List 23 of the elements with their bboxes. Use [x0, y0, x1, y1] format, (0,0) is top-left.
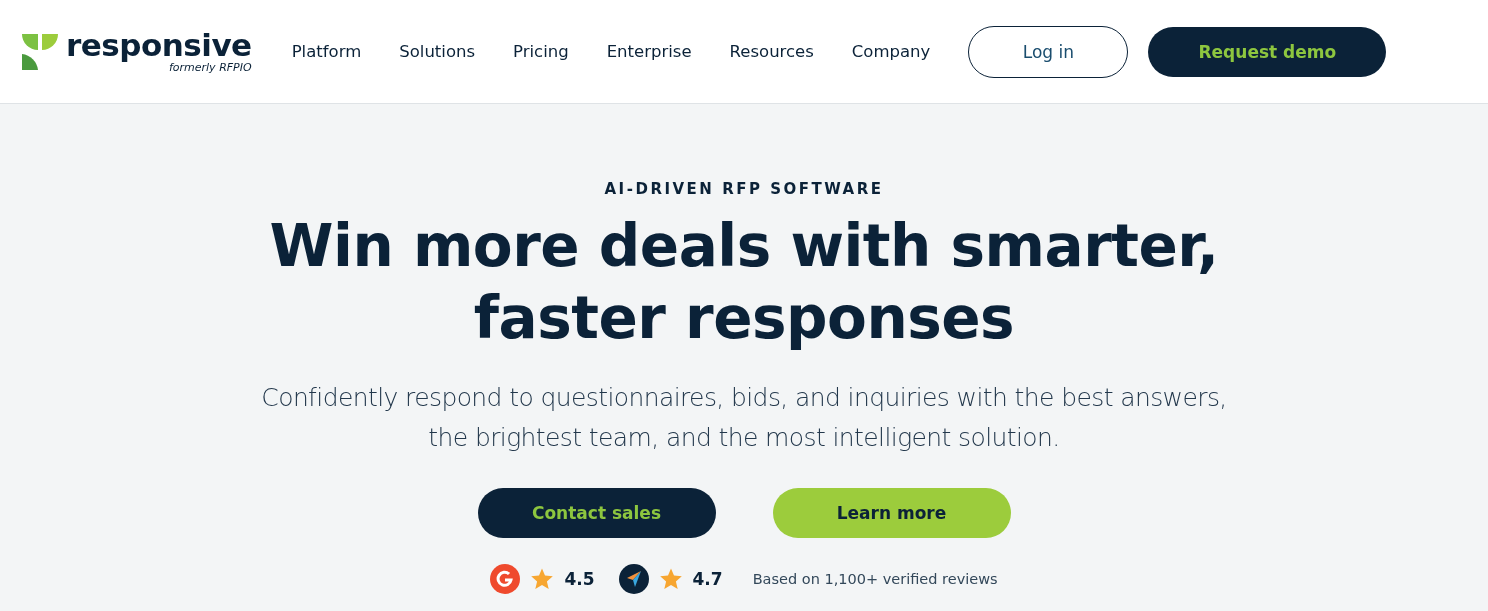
rating-score: 4.5: [564, 569, 595, 589]
contact-sales-button[interactable]: Contact sales: [477, 488, 716, 538]
review-site-icon: [490, 564, 521, 594]
rating-score: 4.7: [692, 569, 723, 589]
subtitle: Confidently respond to questionnaires, bids, and inquiries with the best answers, the brightest team, and the most intelligent solution.: [261, 382, 1227, 454]
nav-link[interactable]: Enterprise: [606, 42, 692, 61]
headline: Win more deals with smarter, faster responses: [269, 211, 1219, 354]
nav-link[interactable]: Pricing: [513, 42, 569, 61]
nav-link[interactable]: Solutions: [399, 42, 476, 61]
logo-wordmark: responsive: [66, 29, 252, 61]
reviews-note: Based on 1,100+ verified reviews: [752, 571, 998, 587]
learn-more-button[interactable]: Learn more: [772, 488, 1011, 538]
request-demo-button[interactable]: Request demo: [1148, 26, 1387, 77]
login-button[interactable]: Log in: [968, 25, 1129, 78]
leaf-logo-icon: [20, 31, 60, 72]
logo-tagline: formerly RFPIO: [168, 61, 252, 74]
star-icon: [658, 567, 683, 591]
paper-plane-icon: [618, 564, 649, 594]
nav-link[interactable]: Company: [851, 42, 931, 61]
nav-link[interactable]: Resources: [729, 42, 814, 61]
eyebrow-text: AI-DRIVEN RFP SOFTWARE: [604, 180, 884, 198]
star-icon: [530, 567, 555, 591]
nav-link[interactable]: Platform: [291, 42, 362, 61]
